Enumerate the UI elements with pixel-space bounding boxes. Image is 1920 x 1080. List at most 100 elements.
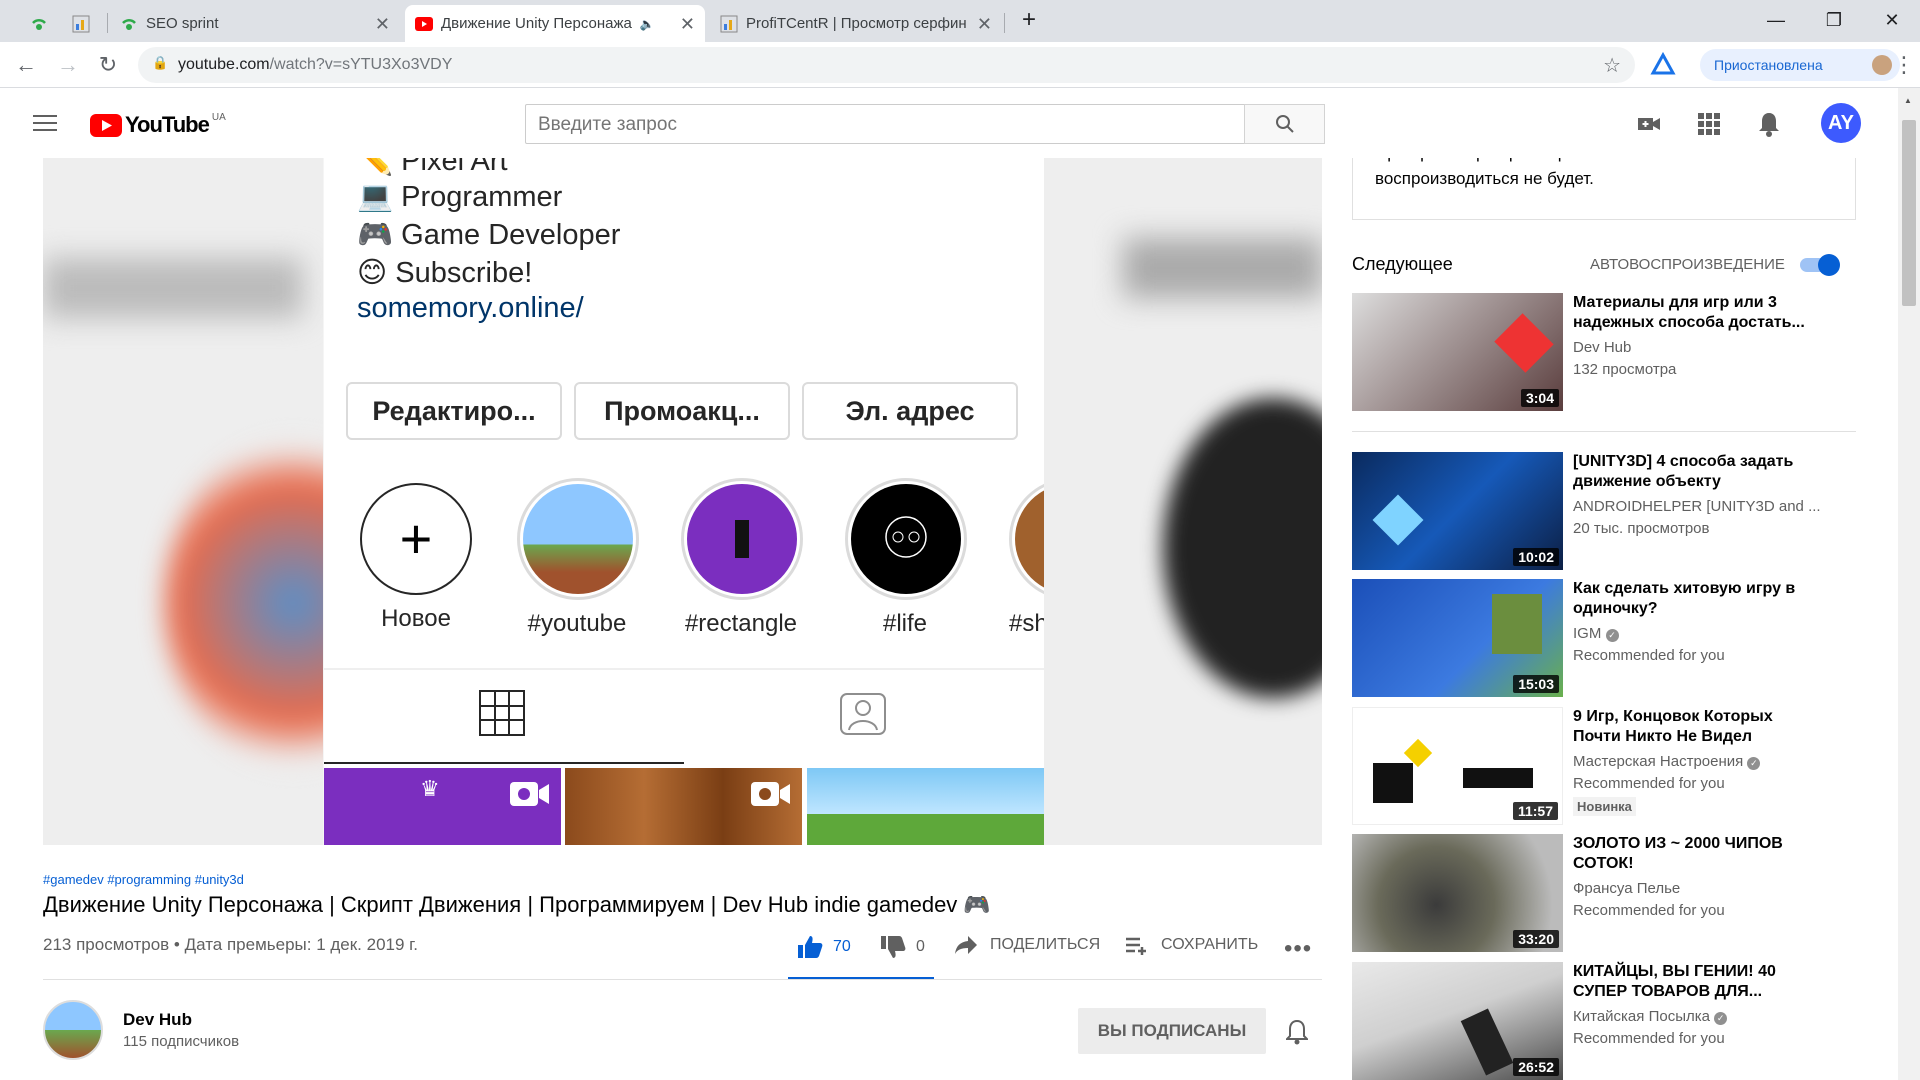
tab-pinned-1[interactable]	[20, 5, 60, 42]
video-camera-icon	[509, 778, 551, 815]
verified-icon: ✓	[1714, 1012, 1728, 1025]
bio-text: Programmer	[401, 181, 563, 213]
video-channel: Мастерская Настроения ✓	[1573, 753, 1761, 770]
like-count: 70	[833, 938, 851, 955]
search-icon	[1275, 115, 1294, 133]
channel-label: IGM	[1573, 625, 1602, 642]
video-title: Материалы для игр или 3 надежных способа…	[1573, 294, 1805, 331]
dislike-button[interactable]: 0	[880, 935, 925, 959]
bio-line: 😊 Subscribe!	[357, 255, 532, 290]
tab-title: SEO sprint	[146, 15, 219, 32]
video-title: КИТАЙЦЫ, ВЫ ГЕНИИ! 40 СУПЕР ТОВАРОВ ДЛЯ.…	[1573, 963, 1776, 1000]
video-thumbnail[interactable]: 10:02	[1352, 452, 1563, 570]
address-bar[interactable]: 🔒 youtube.com/watch?v=sYTU3Xo3VDY ☆	[138, 47, 1635, 83]
user-avatar[interactable]: AY	[1821, 103, 1861, 143]
save-button[interactable]: СОХРАНИТЬ	[1125, 935, 1258, 955]
extension-icon[interactable]	[1650, 51, 1676, 78]
page-scrollbar[interactable]: ▲	[1898, 88, 1920, 1080]
highlight-label: #sh	[1009, 610, 1044, 637]
youtube-play-icon	[90, 113, 122, 137]
tab-profitcentr[interactable]: ProfiTCentR | Просмотр серфинг ✕	[710, 5, 1002, 42]
post-thumbnail: ♛	[324, 768, 561, 845]
video-thumbnail[interactable]: 26:52	[1352, 962, 1563, 1080]
highlight-sh: #sh	[1009, 478, 1044, 638]
video-thumbnail[interactable]: 15:03	[1352, 579, 1563, 697]
reload-button[interactable]: ↻	[94, 51, 122, 79]
notifications-bell-icon[interactable]	[1758, 111, 1780, 142]
youtube-logo[interactable]: YouTube UA	[90, 112, 226, 138]
highlight-label: Новое	[381, 605, 451, 632]
bio-text: Pixel Art	[401, 158, 508, 177]
autoplay-toggle[interactable]	[1800, 254, 1840, 276]
search-button[interactable]	[1244, 104, 1325, 144]
suggested-video[interactable]: 11:57 9 Игр, Концовок Которых Почти Никт…	[1352, 707, 1892, 825]
video-thumbnail[interactable]: 3:04	[1352, 293, 1563, 411]
suggested-video[interactable]: 10:02 [UNITY3D] 4 способа задать движени…	[1352, 452, 1892, 570]
notification-bell-icon[interactable]	[1284, 1019, 1310, 1050]
forward-button[interactable]: →	[54, 51, 82, 79]
pencil-emoji-icon: ✏️	[357, 158, 394, 177]
close-tab-icon[interactable]: ✕	[680, 14, 695, 35]
close-window-button[interactable]: ✕	[1868, 0, 1916, 40]
video-title: Движение Unity Персонажа | Скрипт Движен…	[43, 892, 991, 917]
suggested-video[interactable]: 3:04 Материалы для игр или 3 надежных сп…	[1352, 293, 1892, 411]
share-button[interactable]: ПОДЕЛИТЬСЯ	[954, 935, 1100, 955]
highlight-life: #life	[845, 478, 967, 638]
video-channel: IGM ✓	[1573, 625, 1619, 642]
hamburger-menu-icon[interactable]	[33, 115, 57, 133]
video-channel: Франсуа Пелье	[1573, 880, 1681, 897]
video-views: Recommended for you	[1573, 1030, 1725, 1047]
video-views: Recommended for you	[1573, 647, 1725, 664]
subscribed-button[interactable]: ВЫ ПОДПИСАНЫ	[1078, 1008, 1266, 1054]
apps-grid-icon[interactable]	[1698, 113, 1720, 140]
video-thumbnail[interactable]: 33:20	[1352, 834, 1563, 952]
profile-avatar	[1872, 55, 1892, 75]
chrome-menu-icon[interactable]: ⋮	[1890, 51, 1918, 79]
more-actions-icon[interactable]: •••	[1284, 935, 1312, 963]
scroll-up-arrow-icon[interactable]: ▲	[1904, 96, 1912, 105]
highlight-rectangle: #rectangle	[681, 478, 803, 638]
profile-chip[interactable]: Приостановлена	[1700, 49, 1900, 81]
post-thumbnail	[565, 768, 802, 845]
bio-line: 💻 Programmer	[357, 180, 562, 214]
video-views: Recommended for you	[1573, 775, 1725, 792]
tab-youtube[interactable]: Движение Unity Персонажа 🔈 ✕	[405, 5, 705, 42]
highlight-new: + Новое	[356, 478, 476, 633]
lock-icon[interactable]: 🔒	[152, 55, 168, 71]
verified-icon: ✓	[1605, 629, 1619, 642]
autoplay-label: АВТОВОСПРОИЗВЕДЕНИЕ	[1590, 256, 1785, 273]
video-hashtags[interactable]: #gamedev #programming #unity3d	[43, 872, 244, 887]
new-badge: Новинка	[1573, 797, 1636, 816]
thumbs-down-icon	[881, 936, 906, 958]
minimize-button[interactable]: —	[1752, 0, 1800, 40]
video-thumbnail[interactable]: 11:57	[1352, 707, 1563, 825]
like-button[interactable]: 70	[797, 935, 851, 959]
close-tab-icon[interactable]: ✕	[977, 14, 992, 35]
scrollbar-thumb[interactable]	[1902, 120, 1916, 306]
speaker-icon[interactable]: 🔈	[640, 17, 655, 31]
suggested-video[interactable]: 26:52 КИТАЙЦЫ, ВЫ ГЕНИИ! 40 СУПЕР ТОВАРО…	[1352, 962, 1892, 1080]
chart-icon	[720, 15, 738, 33]
back-button[interactable]: ←	[12, 51, 40, 79]
create-video-icon[interactable]	[1637, 114, 1661, 139]
channel-avatar[interactable]	[43, 1000, 103, 1060]
maximize-button[interactable]: ❐	[1810, 0, 1858, 40]
bookmark-star-icon[interactable]: ☆	[1603, 53, 1621, 78]
profile-label: Приостановлена	[1714, 57, 1823, 73]
tab-pinned-2[interactable]	[62, 5, 102, 42]
new-tab-button[interactable]: +	[1005, 0, 1053, 40]
search-input[interactable]: Введите запрос	[525, 104, 1245, 144]
bio-line: ✏️ Pixel Art	[357, 158, 508, 178]
computer-emoji-icon: 💻	[357, 181, 394, 213]
share-label: ПОДЕЛИТЬСЯ	[990, 936, 1101, 953]
video-views: 132 просмотра	[1573, 361, 1677, 378]
video-player[interactable]: ✏️ Pixel Art 💻 Programmer 🎮 Game Develop…	[43, 158, 1322, 845]
channel-name[interactable]: Dev Hub	[123, 1010, 192, 1030]
suggested-video[interactable]: 15:03 Как сделать хитовую игру в одиночк…	[1352, 579, 1892, 697]
tab-seo-sprint[interactable]: SEO sprint ✕	[110, 5, 400, 42]
close-tab-icon[interactable]: ✕	[375, 14, 390, 35]
video-duration: 15:03	[1513, 675, 1559, 693]
suggested-video[interactable]: 33:20 ЗОЛОТО ИЗ ~ 2000 ЧИПОВ СОТОК! Фран…	[1352, 834, 1892, 952]
channel-label: Китайская Посылка	[1573, 1008, 1710, 1025]
chat-note-line: воспроизводиться не будет.	[1375, 169, 1594, 188]
